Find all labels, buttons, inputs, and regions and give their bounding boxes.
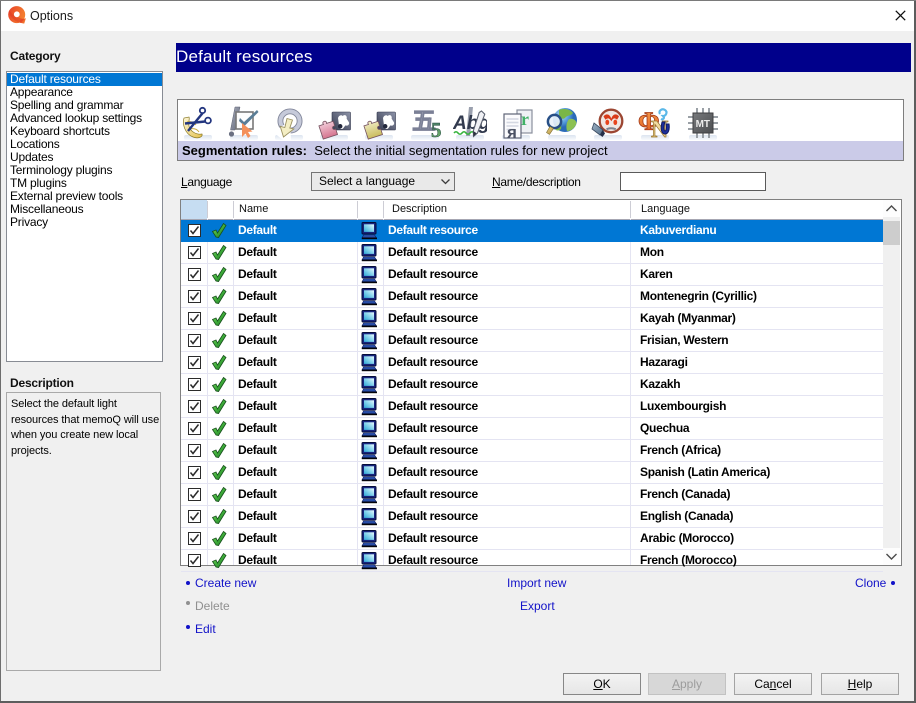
svg-text:MT: MT	[696, 119, 710, 130]
svg-text:r: r	[521, 109, 529, 129]
svg-text:я: я	[506, 123, 517, 140]
svg-text:5: 5	[431, 118, 442, 140]
